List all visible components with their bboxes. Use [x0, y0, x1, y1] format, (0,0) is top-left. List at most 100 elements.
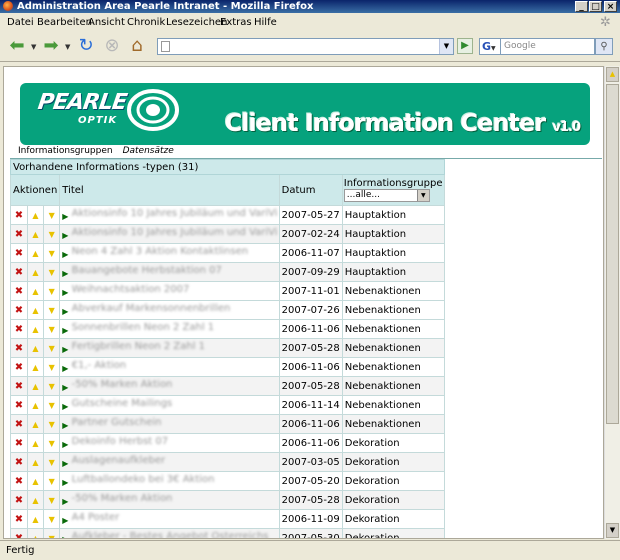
open-arrow-icon[interactable]: ▶	[62, 478, 68, 487]
delete-icon[interactable]: ✖	[10, 262, 28, 282]
row-title-cell[interactable]: ▶ Luftballondeko bei 3€ Aktion	[59, 471, 280, 491]
delete-icon[interactable]: ✖	[10, 205, 28, 225]
open-arrow-icon[interactable]: ▶	[62, 516, 68, 525]
open-arrow-icon[interactable]: ▶	[62, 288, 68, 297]
row-title-cell[interactable]: ▶ Partner Gutschein	[59, 414, 280, 434]
move-down-icon[interactable]: ▼	[43, 433, 61, 453]
row-title-cell[interactable]: ▶ Auslagenaufkleber	[59, 452, 280, 472]
delete-icon[interactable]: ✖	[10, 376, 28, 396]
move-down-icon[interactable]: ▼	[43, 490, 61, 510]
row-title[interactable]: Neon 4 Zahl 3 Aktion Kontaktlinsen	[72, 246, 277, 257]
minimize-button[interactable]: _	[575, 1, 588, 12]
move-up-icon[interactable]: ▲	[26, 243, 45, 263]
move-up-icon[interactable]: ▲	[26, 395, 45, 415]
move-down-icon[interactable]: ▼	[43, 452, 61, 472]
open-arrow-icon[interactable]: ▶	[62, 440, 68, 449]
move-up-icon[interactable]: ▲	[26, 262, 45, 282]
vertical-scrollbar[interactable]: ▲ ▼	[604, 66, 620, 539]
delete-icon[interactable]: ✖	[10, 357, 28, 377]
row-title[interactable]: Dekoinfo Herbst 07	[72, 436, 277, 447]
move-down-icon[interactable]: ▼	[43, 376, 61, 396]
row-title-cell[interactable]: ▶ Gutscheine Mailings	[59, 395, 280, 415]
open-arrow-icon[interactable]: ▶	[62, 231, 68, 240]
move-down-icon[interactable]: ▼	[43, 224, 61, 244]
home-icon[interactable]: ⌂	[126, 35, 148, 57]
reload-icon[interactable]: ↻	[75, 35, 97, 57]
row-title-cell[interactable]: ▶ Sonnenbrillen Neon 2 Zahl 1	[59, 319, 280, 339]
move-down-icon[interactable]: ▼	[43, 338, 61, 358]
move-up-icon[interactable]: ▲	[26, 490, 45, 510]
move-up-icon[interactable]: ▲	[26, 471, 45, 491]
delete-icon[interactable]: ✖	[10, 509, 28, 529]
menu-hilfe[interactable]: Hilfe	[254, 17, 277, 28]
row-title[interactable]: Aufkleber - Bestes Angebot Österreichs	[72, 531, 277, 538]
delete-icon[interactable]: ✖	[10, 414, 28, 434]
move-down-icon[interactable]: ▼	[43, 395, 61, 415]
move-up-icon[interactable]: ▲	[26, 528, 45, 538]
stop-icon[interactable]: ⊗	[101, 35, 123, 57]
search-input[interactable]: Google	[501, 38, 595, 55]
col-date[interactable]: Datum	[278, 174, 343, 206]
open-arrow-icon[interactable]: ▶	[62, 307, 68, 316]
delete-icon[interactable]: ✖	[10, 395, 28, 415]
move-down-icon[interactable]: ▼	[43, 357, 61, 377]
open-arrow-icon[interactable]: ▶	[62, 345, 68, 354]
crumb-datensaetze[interactable]: Datensätze	[123, 146, 174, 156]
delete-icon[interactable]: ✖	[10, 224, 28, 244]
move-down-icon[interactable]: ▼	[43, 281, 61, 301]
row-title-cell[interactable]: ▶ Abverkauf Markensonnenbrillen	[59, 300, 280, 320]
row-title[interactable]: Aktionsinfo 10 Jahres Jubiläum und VariV…	[72, 208, 277, 219]
row-title-cell[interactable]: ▶ Neon 4 Zahl 3 Aktion Kontaktlinsen	[59, 243, 280, 263]
menu-ansicht[interactable]: Ansicht	[88, 17, 125, 28]
move-up-icon[interactable]: ▲	[26, 319, 45, 339]
delete-icon[interactable]: ✖	[10, 528, 28, 538]
open-arrow-icon[interactable]: ▶	[62, 383, 68, 392]
col-title[interactable]: Titel	[59, 174, 280, 206]
menu-bearbeiten[interactable]: Bearbeiten	[37, 17, 92, 28]
row-title[interactable]: Auslagenaufkleber	[72, 455, 277, 466]
move-up-icon[interactable]: ▲	[26, 433, 45, 453]
move-up-icon[interactable]: ▲	[26, 205, 45, 225]
crumb-informationsgruppen[interactable]: Informationsgruppen	[18, 146, 113, 156]
delete-icon[interactable]: ✖	[10, 338, 28, 358]
delete-icon[interactable]: ✖	[10, 243, 28, 263]
delete-icon[interactable]: ✖	[10, 452, 28, 472]
row-title-cell[interactable]: ▶ Aktionsinfo 10 Jahres Jubiläum und Var…	[59, 224, 280, 244]
move-down-icon[interactable]: ▼	[43, 528, 61, 538]
row-title[interactable]: Sonnenbrillen Neon 2 Zahl 1	[72, 322, 277, 333]
menu-datei[interactable]: Datei	[7, 17, 34, 28]
row-title-cell[interactable]: ▶ €1,- Aktion	[59, 357, 280, 377]
delete-icon[interactable]: ✖	[10, 300, 28, 320]
open-arrow-icon[interactable]: ▶	[62, 497, 68, 506]
row-title-cell[interactable]: ▶ -50% Marken Aktion	[59, 490, 280, 510]
open-arrow-icon[interactable]: ▶	[62, 421, 68, 430]
back-dropdown-icon[interactable]: ▼	[31, 43, 36, 51]
row-title[interactable]: Aktionsinfo 10 Jahres Jubiläum und VariV…	[72, 227, 277, 238]
move-up-icon[interactable]: ▲	[26, 509, 45, 529]
row-title-cell[interactable]: ▶ Aufkleber - Bestes Angebot Österreichs	[59, 528, 280, 538]
delete-icon[interactable]: ✖	[10, 319, 28, 339]
move-down-icon[interactable]: ▼	[43, 205, 61, 225]
move-down-icon[interactable]: ▼	[43, 262, 61, 282]
move-up-icon[interactable]: ▲	[26, 452, 45, 472]
row-title-cell[interactable]: ▶ Fertigbrillen Neon 2 Zahl 1	[59, 338, 280, 358]
delete-icon[interactable]: ✖	[10, 433, 28, 453]
move-down-icon[interactable]: ▼	[43, 319, 61, 339]
row-title-cell[interactable]: ▶ Weihnachtsaktion 2007	[59, 281, 280, 301]
row-title[interactable]: A4 Poster	[72, 512, 277, 523]
move-up-icon[interactable]: ▲	[26, 338, 45, 358]
back-icon[interactable]: ⬅	[6, 35, 28, 57]
delete-icon[interactable]: ✖	[10, 471, 28, 491]
scroll-thumb[interactable]	[606, 84, 619, 424]
row-title-cell[interactable]: ▶ -50% Marken Aktion	[59, 376, 280, 396]
close-button[interactable]: ×	[604, 1, 617, 12]
row-title[interactable]: Partner Gutschein	[72, 417, 277, 428]
row-title[interactable]: €1,- Aktion	[72, 360, 277, 371]
move-down-icon[interactable]: ▼	[43, 509, 61, 529]
open-arrow-icon[interactable]: ▶	[62, 326, 68, 335]
move-up-icon[interactable]: ▲	[26, 357, 45, 377]
move-up-icon[interactable]: ▲	[26, 376, 45, 396]
maximize-button[interactable]: □	[589, 1, 602, 12]
group-filter-select[interactable]: ...alle... ▼	[343, 189, 430, 202]
scroll-down-icon[interactable]: ▼	[606, 523, 619, 538]
